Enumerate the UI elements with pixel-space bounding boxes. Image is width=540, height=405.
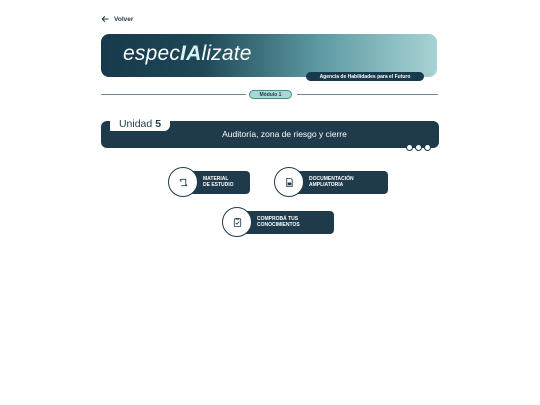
study-material-button[interactable]: MATERIAL DE ESTUDIO [168, 167, 250, 197]
brand-banner: especIAlizate [101, 34, 437, 77]
check-knowledge-button[interactable]: COMPROBÁ TUS CONOCIMIENTOS [222, 207, 334, 237]
unit-number: 5 [155, 117, 162, 130]
back-label: Volver [114, 15, 134, 23]
brand-logo: especIAlizate [123, 42, 252, 66]
additional-docs-button[interactable]: DOCUMENTACIÓN AMPLIATORIA [274, 167, 388, 197]
additional-docs-label: DOCUMENTACIÓN AMPLIATORIA [292, 170, 388, 194]
brand-highlight: IA [180, 42, 202, 65]
check-knowledge-label: COMPROBÁ TUS CONOCIMIENTOS [240, 210, 334, 234]
module-badge: Módulo 1 [249, 90, 292, 99]
clipboard-check-icon [222, 207, 252, 237]
divider-right [297, 94, 438, 95]
progress-dot [415, 144, 422, 151]
agency-tagline: Agencia de Habilidades para el Futuro [306, 72, 424, 81]
document-icon [274, 167, 304, 197]
arrow-left-icon [101, 16, 109, 22]
unit-label: Unidad [118, 117, 153, 130]
brand-prefix: espec [123, 42, 181, 65]
progress-dot [424, 144, 431, 151]
divider-left [101, 94, 246, 95]
back-link[interactable]: Volver [101, 15, 133, 23]
unit-title: Auditoría, zona de riesgo y cierre [222, 129, 347, 139]
unit-progress-dots [406, 144, 431, 151]
progress-dot [406, 144, 413, 151]
brand-suffix: lizate [201, 42, 252, 65]
scroll-icon [168, 167, 198, 197]
